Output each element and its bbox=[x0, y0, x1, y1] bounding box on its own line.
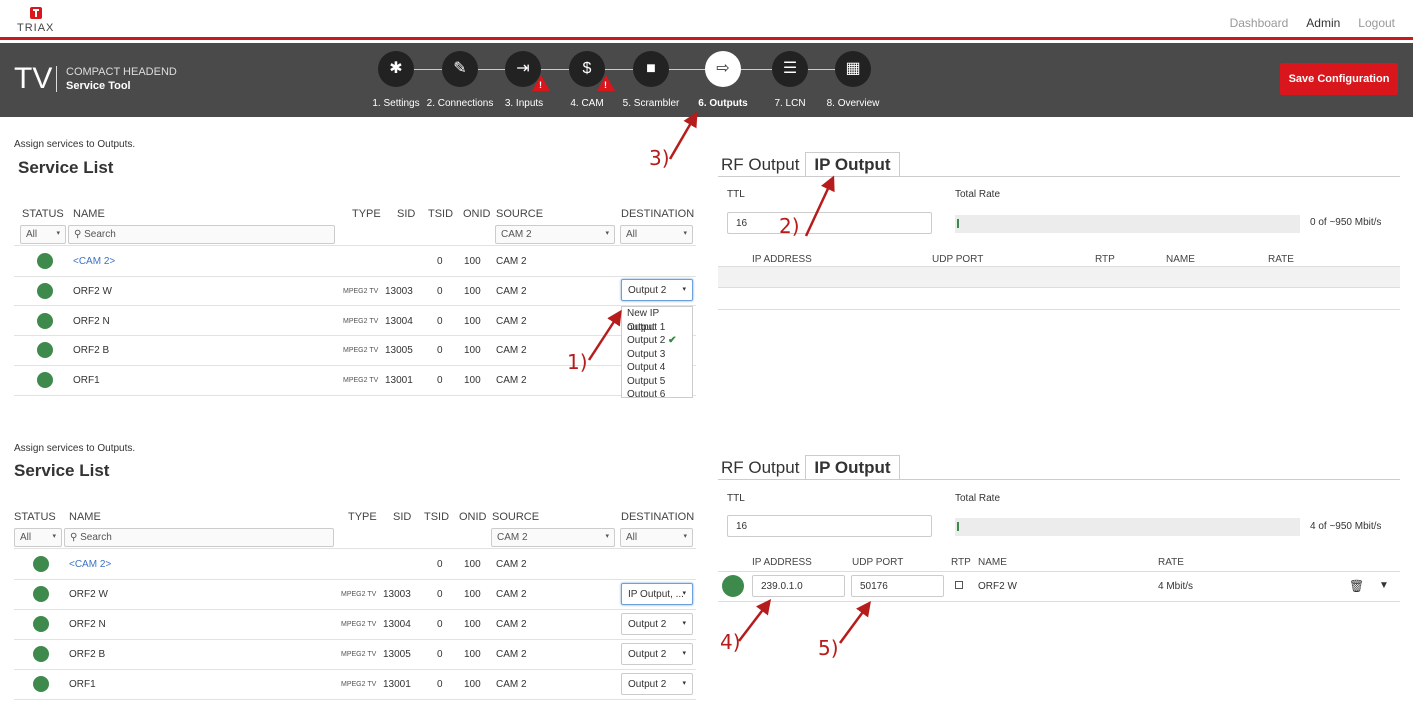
annotation-2: 2) bbox=[779, 214, 800, 238]
annotation-5: 5) bbox=[818, 636, 839, 660]
annotation-3: 3) bbox=[649, 146, 670, 170]
annotation-1: 1) bbox=[567, 350, 588, 374]
annotation-arrows bbox=[587, 111, 871, 644]
annotation-4: 4) bbox=[720, 630, 741, 654]
